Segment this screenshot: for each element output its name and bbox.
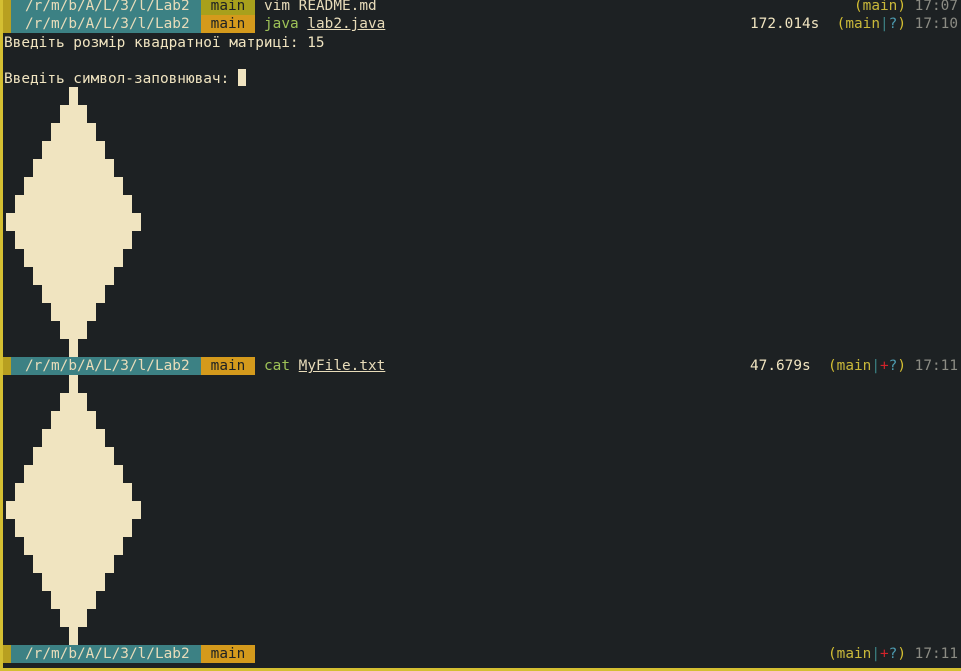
status-separator: |	[879, 16, 889, 32]
diamond-row	[23, 537, 123, 555]
output-line-symbol: Введіть символ-заповнювач:	[3, 69, 961, 87]
diamond-row	[59, 105, 87, 123]
command-name: vim	[264, 0, 290, 14]
command-text: java lab2.java	[264, 15, 385, 33]
status-close-paren: )	[897, 16, 906, 32]
status-branch: main	[836, 358, 872, 374]
prompt-time: 17:10	[914, 16, 958, 32]
command-argument: README.md	[298, 0, 377, 14]
status-open-paren: (	[827, 358, 837, 374]
prompt-path: /r/m/b/A/L/3/l/Lab2	[3, 0, 201, 15]
diamond-row	[50, 591, 96, 609]
diamond-row	[41, 285, 105, 303]
prompt-status: 172.014s (main|?) 17:10	[750, 15, 958, 33]
status-close-paren: )	[897, 0, 906, 14]
diamond-row	[41, 429, 105, 447]
diamond-row	[59, 321, 87, 339]
status-open-paren: (	[827, 646, 837, 662]
symbol-prompt-text: Введіть символ-заповнювач:	[4, 71, 238, 87]
diamond-row	[68, 339, 78, 357]
status-close-paren: )	[897, 358, 906, 374]
symbol-prompt: Введіть символ-заповнювач:	[4, 69, 246, 87]
matrix-size-prompt: Введіть розмір квадратної матриці: 15	[4, 35, 325, 51]
prompt-branch: main	[201, 0, 255, 15]
diamond-output	[3, 87, 143, 357]
diamond-row	[59, 609, 87, 627]
status-close-paren: )	[897, 646, 906, 662]
command-argument: MyFile.txt	[298, 358, 386, 374]
diamond-row	[41, 573, 105, 591]
prompt-branch: main	[201, 645, 255, 663]
diamond-row	[41, 141, 105, 159]
status-added: +	[879, 358, 889, 374]
status-added: +	[879, 646, 889, 662]
command-argument: lab2.java	[307, 16, 386, 32]
prompt-path: /r/m/b/A/L/3/l/Lab2	[3, 357, 201, 375]
diamond-row	[23, 177, 123, 195]
diamond-row	[14, 519, 132, 537]
prompt-branch: main	[201, 15, 255, 33]
prompt-line-4: /r/m/b/A/L/3/l/Lab2 main (main|+?) 17:11	[3, 645, 961, 663]
prompt-line-1: /r/m/b/A/L/3/l/Lab2 main vim README.md (…	[3, 0, 961, 15]
status-branch: main	[845, 16, 880, 32]
prompt-path: /r/m/b/A/L/3/l/Lab2	[3, 645, 201, 663]
diamond-row	[50, 123, 96, 141]
terminal-window[interactable]: /r/m/b/A/L/3/l/Lab2 main vim README.md (…	[0, 0, 961, 671]
command-name: java	[264, 16, 299, 32]
diamond-row	[5, 213, 141, 231]
prompt-path: /r/m/b/A/L/3/l/Lab2	[3, 15, 201, 33]
status-branch: main	[836, 646, 872, 662]
diamond-row	[32, 159, 114, 177]
output-line-matrix: Введіть розмір квадратної матриці: 15	[3, 34, 961, 52]
prompt-time: 17:11	[914, 358, 958, 374]
command-duration: 172.014s	[750, 16, 820, 32]
cursor-block	[237, 69, 246, 86]
status-separator: |	[871, 646, 880, 662]
prompt-status: (main|+?) 17:11	[828, 645, 958, 663]
command-duration: 47.679s	[750, 358, 811, 374]
diamond-row	[59, 393, 87, 411]
prompt-time: 17:07	[914, 0, 958, 14]
command-name: cat	[264, 358, 290, 374]
prompt-status: (main) 17:07	[854, 0, 958, 15]
status-open-paren: (	[854, 0, 863, 14]
diamond-output	[3, 375, 143, 645]
prompt-time: 17:11	[914, 646, 958, 662]
command-text: cat MyFile.txt	[264, 357, 385, 375]
diamond-row	[14, 231, 132, 249]
command-text: vim README.md	[264, 0, 377, 15]
diamond-row	[50, 411, 96, 429]
status-branch: main	[862, 0, 898, 14]
diamond-row	[68, 375, 78, 393]
prompt-status: 47.679s (main|+?) 17:11	[750, 357, 958, 375]
prompt-line-2: /r/m/b/A/L/3/l/Lab2 main java lab2.java …	[3, 15, 961, 33]
diamond-row	[14, 483, 132, 501]
status-separator: |	[871, 358, 880, 374]
prompt-branch: main	[201, 357, 255, 375]
diamond-row	[68, 87, 78, 105]
diamond-row	[5, 501, 141, 519]
diamond-row	[23, 465, 123, 483]
diamond-row	[32, 267, 114, 285]
diamond-row	[14, 195, 132, 213]
diamond-row	[68, 627, 78, 645]
diamond-row	[32, 447, 114, 465]
diamond-row	[23, 249, 123, 267]
diamond-row	[32, 555, 114, 573]
diamond-row	[50, 303, 96, 321]
prompt-line-3: /r/m/b/A/L/3/l/Lab2 main cat MyFile.txt …	[3, 357, 961, 375]
